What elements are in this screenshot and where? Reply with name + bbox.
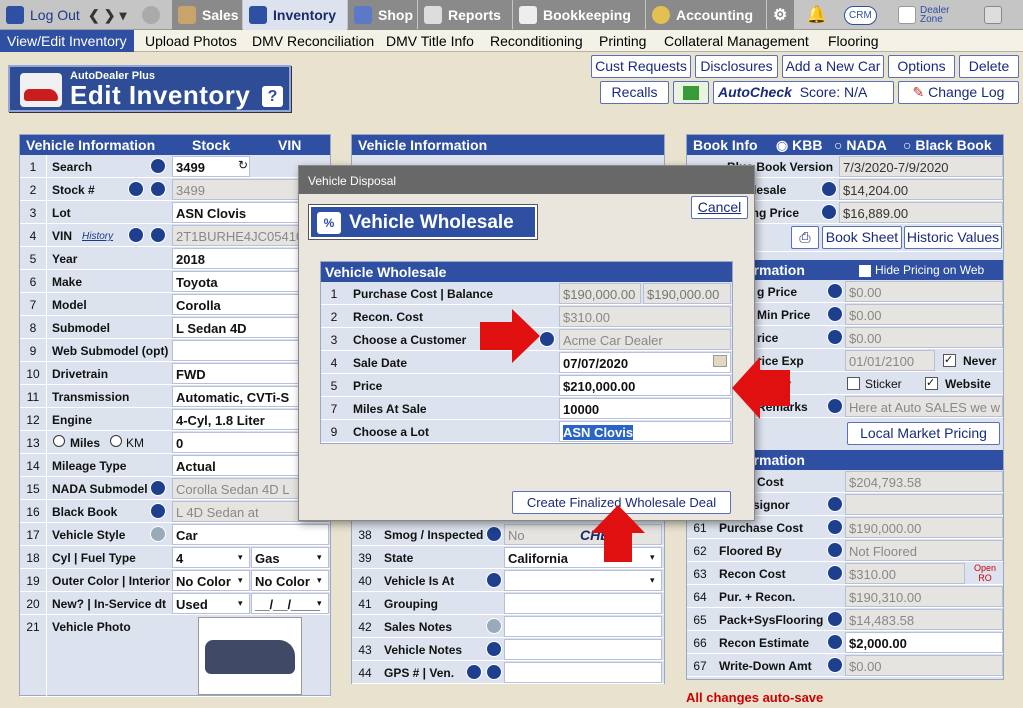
red-arrow-customer: [480, 309, 540, 363]
red-arrow-create: [591, 505, 645, 562]
annotation-arrows: [480, 309, 790, 562]
red-arrow-price: [732, 357, 790, 419]
